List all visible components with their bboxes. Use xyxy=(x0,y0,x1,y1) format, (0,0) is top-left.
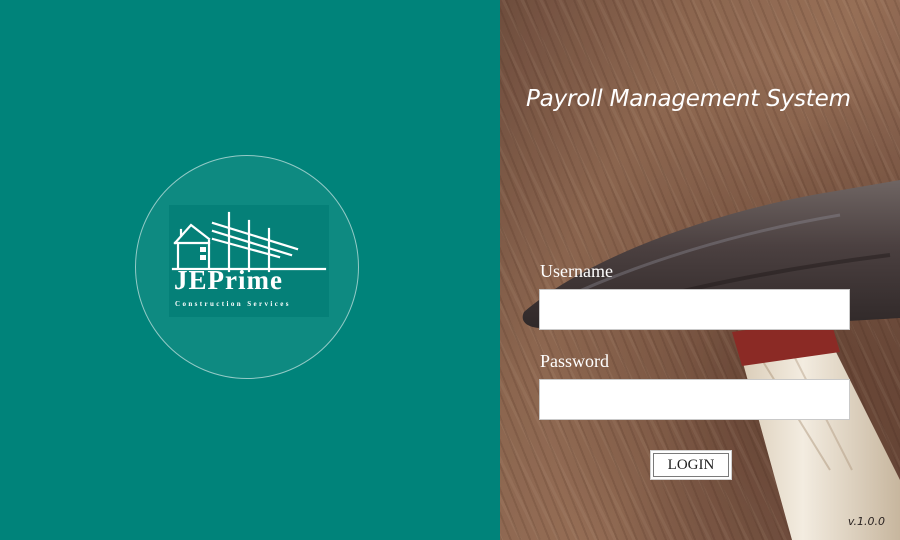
username-input[interactable] xyxy=(539,289,850,330)
login-panel: Payroll Management System Username Passw… xyxy=(500,0,900,540)
password-label: Password xyxy=(540,351,610,371)
brand-panel: JEPrime Construction Services xyxy=(0,0,500,540)
password-input[interactable] xyxy=(539,379,850,420)
brand-tagline: Construction Services xyxy=(175,300,291,308)
login-button[interactable]: LOGIN xyxy=(650,450,732,480)
username-label: Username xyxy=(540,261,613,281)
company-logo: JEPrime Construction Services xyxy=(169,205,329,317)
version-label: v.1.0.0 xyxy=(847,515,885,528)
app-title: Payroll Management System xyxy=(526,86,851,112)
brand-name: JEPrime xyxy=(174,265,283,295)
